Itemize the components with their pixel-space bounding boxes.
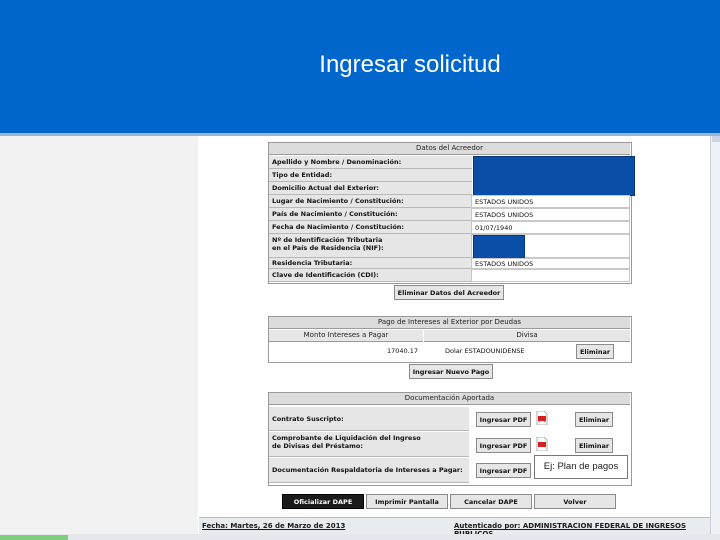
label-fecha-nacimiento: Fecha de Nacimiento / Constitución: bbox=[269, 221, 472, 234]
value-residencia[interactable]: ESTADOS UNIDOS bbox=[471, 258, 630, 269]
label-tipo-entidad: Tipo de Entidad: bbox=[269, 169, 472, 182]
scrollbar-thumb[interactable] bbox=[712, 136, 720, 142]
label-nif-line2: en el País de Residencia (NIF): bbox=[272, 244, 384, 252]
label-comprobante-line1: Comprobante de Liquidación del Ingreso bbox=[272, 434, 421, 442]
monto-value: 17040.17 bbox=[269, 343, 421, 360]
value-lugar-nacimiento[interactable]: ESTADOS UNIDOS bbox=[471, 195, 630, 208]
value-fecha-nacimiento[interactable]: 01/07/1940 bbox=[471, 221, 630, 234]
eliminar-acreedor-button[interactable]: Eliminar Datos del Acreedor bbox=[394, 285, 504, 300]
volver-button[interactable]: Volver bbox=[534, 494, 616, 509]
label-residencia: Residencia Tributaria: bbox=[269, 258, 472, 269]
label-pais-nacimiento: País de Nacimiento / Constitución: bbox=[269, 208, 472, 221]
pdf-icon bbox=[536, 411, 548, 425]
slide-title: Ingresar solicitud bbox=[319, 51, 501, 78]
status-fecha: Fecha: Martes, 26 de Marzo de 2013 bbox=[202, 522, 346, 530]
cancelar-dape-button[interactable]: Cancelar DAPE bbox=[450, 494, 532, 509]
label-comprobante-line2: de Divisas del Préstamo: bbox=[272, 442, 363, 450]
ingresar-pdf-contrato-button[interactable]: Ingresar PDF bbox=[476, 412, 531, 427]
acreedor-header: Datos del Acreedor bbox=[269, 143, 630, 155]
value-cdi[interactable] bbox=[471, 269, 630, 282]
left-margin bbox=[0, 136, 198, 534]
pdf-icon bbox=[536, 437, 548, 451]
pagos-header: Pago de Intereses al Exterior por Deudas bbox=[269, 317, 630, 329]
taskbar-strip bbox=[0, 534, 720, 540]
status-bar: Fecha: Martes, 26 de Marzo de 2013 Auten… bbox=[199, 517, 710, 538]
label-lugar-nacimiento: Lugar de Nacimiento / Constitución: bbox=[269, 195, 472, 208]
col-divisa-header: Divisa bbox=[424, 330, 630, 342]
label-nif-line1: Nº de Identificación Tributaria bbox=[272, 236, 383, 244]
progress-fill bbox=[0, 535, 68, 540]
label-domicilio: Domicilio Actual del Exterior: bbox=[269, 182, 472, 195]
eliminar-pago-button[interactable]: Eliminar bbox=[576, 344, 614, 359]
eliminar-comprobante-button[interactable]: Eliminar bbox=[575, 438, 613, 453]
ingresar-pdf-respaldatoria-button[interactable]: Ingresar PDF bbox=[476, 463, 531, 478]
label-contrato: Contrato Suscripto: bbox=[269, 407, 469, 431]
col-monto-header: Monto Intereses a Pagar bbox=[269, 330, 423, 342]
ingresar-nuevo-pago-button[interactable]: Ingresar Nuevo Pago bbox=[409, 364, 493, 379]
label-cdi: Clave de Identificación (CDI): bbox=[269, 269, 472, 282]
oficializar-dape-button[interactable]: Oficializar DAPE bbox=[282, 494, 364, 509]
documentacion-header: Documentación Aportada bbox=[269, 393, 630, 405]
acreedor-highlight-field[interactable] bbox=[473, 156, 635, 196]
ingresar-pdf-comprobante-button[interactable]: Ingresar PDF bbox=[476, 438, 531, 453]
nif-highlight-field[interactable] bbox=[473, 235, 525, 259]
divisa-value: Dolar ESTADOUNIDENSE bbox=[442, 343, 552, 360]
imprimir-pantalla-button[interactable]: Imprimir Pantalla bbox=[366, 494, 448, 509]
eliminar-contrato-button[interactable]: Eliminar bbox=[575, 412, 613, 427]
value-pais-nacimiento[interactable]: ESTADOS UNIDOS bbox=[471, 208, 630, 221]
slide-banner: Ingresar solicitud bbox=[0, 0, 720, 133]
tooltip: Ej: Plan de pagos bbox=[534, 455, 628, 479]
vertical-scrollbar[interactable] bbox=[710, 136, 720, 534]
label-documentacion-respaldatoria: Documentación Respaldatoria de Intereses… bbox=[269, 458, 469, 483]
label-comprobante: Comprobante de Liquidación del Ingreso d… bbox=[269, 432, 469, 457]
label-apellido: Apellido y Nombre / Denominación: bbox=[269, 156, 472, 169]
label-nif: Nº de Identificación Tributaria en el Pa… bbox=[269, 234, 472, 258]
